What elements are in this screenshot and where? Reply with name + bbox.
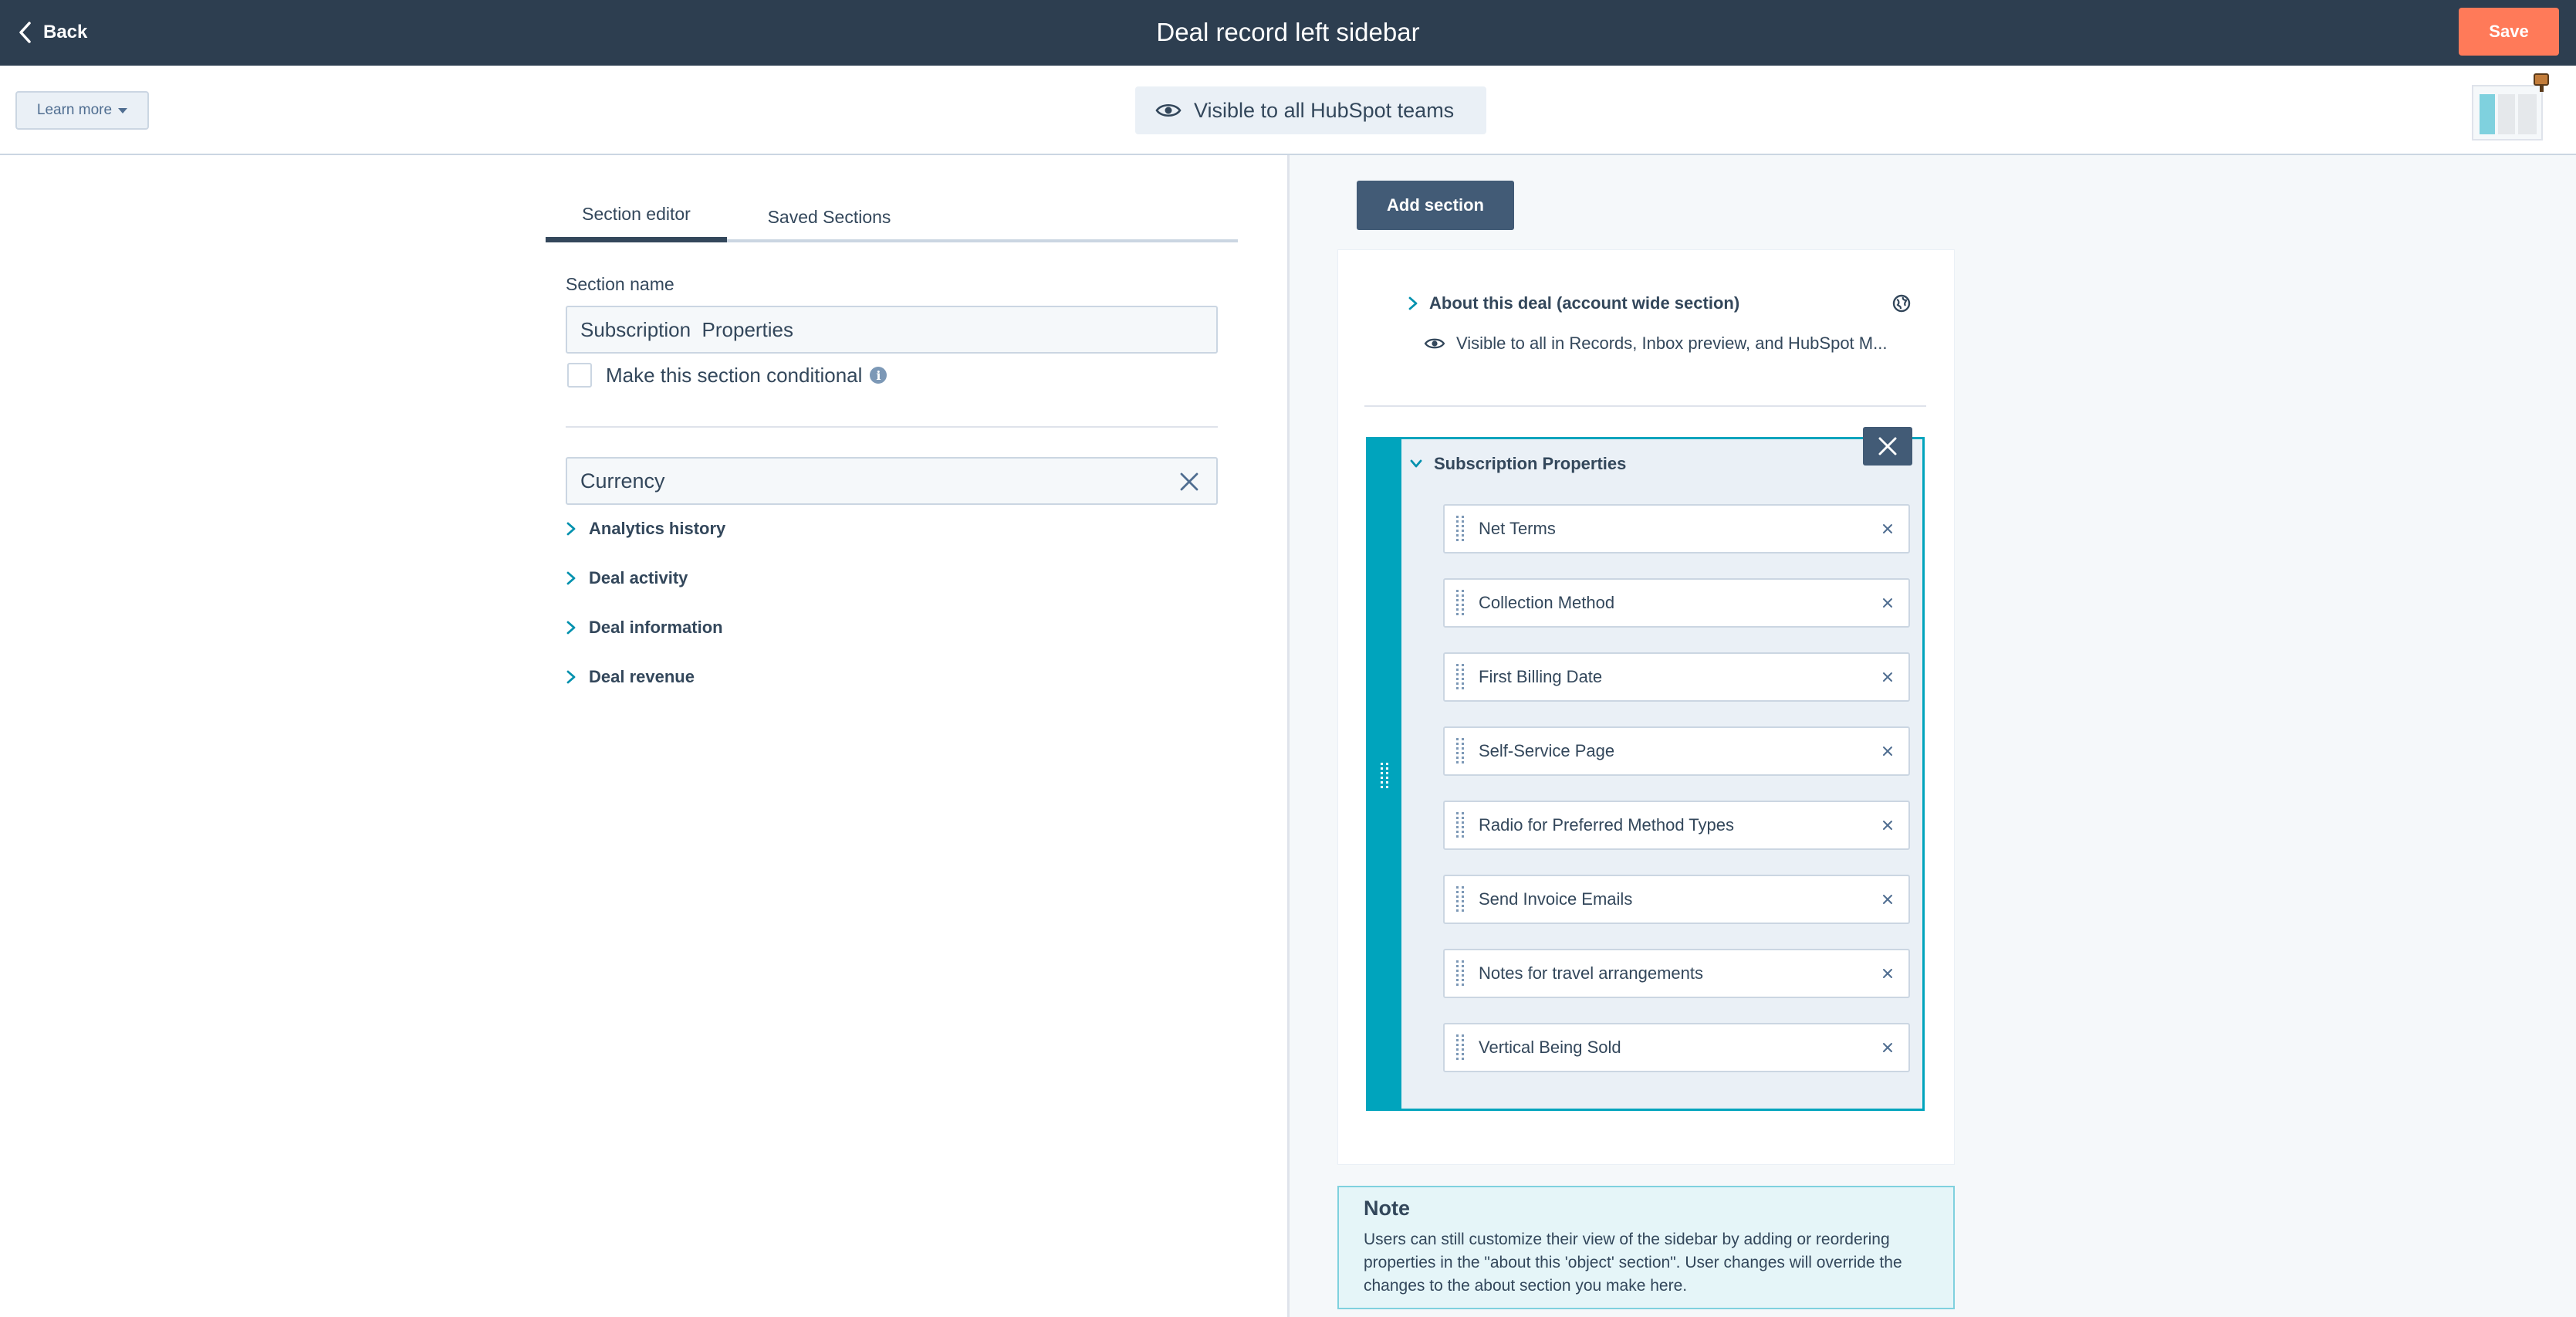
- editor-tabs: Section editor Saved Sections: [546, 191, 1238, 242]
- remove-icon[interactable]: [1881, 671, 1894, 683]
- property-row[interactable]: First Billing Date: [1443, 652, 1910, 702]
- thumb-middle-column: [2498, 94, 2515, 134]
- tab-section-editor[interactable]: Section editor: [546, 191, 727, 242]
- save-button[interactable]: Save: [2459, 8, 2559, 56]
- conditional-checkbox[interactable]: [567, 363, 592, 388]
- remove-icon[interactable]: [1881, 1041, 1894, 1054]
- property-row[interactable]: Notes for travel arrangements: [1443, 949, 1910, 998]
- page-title: Deal record left sidebar: [1156, 18, 1420, 46]
- info-icon[interactable]: i: [870, 367, 887, 384]
- property-label: Self-Service Page: [1479, 741, 1615, 760]
- property-label: Vertical Being Sold: [1479, 1038, 1621, 1057]
- property-group-deal-revenue[interactable]: Deal revenue: [566, 664, 695, 690]
- drag-handle-icon: [1456, 738, 1464, 763]
- thumb-left-column: [2480, 94, 2495, 134]
- conditional-label: Make this section conditional: [606, 363, 863, 387]
- remove-icon[interactable]: [1881, 893, 1894, 906]
- eye-icon: [1155, 103, 1182, 117]
- group-label: Deal information: [589, 618, 723, 637]
- property-label: Notes for travel arrangements: [1479, 963, 1704, 983]
- chevron-right-icon: [566, 571, 576, 585]
- globe-icon: [1892, 294, 1911, 313]
- property-row[interactable]: Collection Method: [1443, 578, 1910, 628]
- remove-icon[interactable]: [1881, 967, 1894, 980]
- property-label: Radio for Preferred Method Types: [1479, 815, 1734, 835]
- learn-more-dropdown[interactable]: Learn more: [15, 91, 149, 130]
- about-visibility-text: Visible to all in Records, Inbox preview…: [1456, 333, 1888, 353]
- chevron-down-icon: [1410, 459, 1422, 468]
- remove-icon[interactable]: [1881, 745, 1894, 757]
- add-section-button[interactable]: Add section: [1357, 181, 1514, 230]
- divider-line: [566, 426, 1218, 428]
- property-group-deal-activity[interactable]: Deal activity: [566, 565, 688, 591]
- about-section-title: About this deal (account wide section): [1429, 293, 1740, 313]
- property-label: Collection Method: [1479, 593, 1615, 612]
- tab-saved-sections[interactable]: Saved Sections: [727, 191, 931, 242]
- property-row[interactable]: Send Invoice Emails: [1443, 875, 1910, 924]
- note-title: Note: [1364, 1197, 1410, 1220]
- visibility-button[interactable]: Visible to all HubSpot teams: [1135, 86, 1486, 134]
- drag-handle-icon: [1456, 886, 1464, 912]
- group-label: Analytics history: [589, 519, 726, 538]
- group-label: Deal activity: [589, 568, 688, 587]
- property-row[interactable]: Net Terms: [1443, 504, 1910, 554]
- drag-handle-icon: [1456, 960, 1464, 986]
- chevron-right-icon: [1408, 296, 1418, 310]
- property-row[interactable]: Self-Service Page: [1443, 726, 1910, 776]
- property-search: [566, 457, 1218, 505]
- property-group-analytics-history[interactable]: Analytics history: [566, 516, 725, 542]
- property-row[interactable]: Vertical Being Sold: [1443, 1023, 1910, 1072]
- sub-bar: Learn more Visible to all HubSpot teams: [0, 66, 2576, 155]
- remove-icon[interactable]: [1881, 523, 1894, 535]
- section-name-label: Section name: [566, 274, 674, 294]
- property-label: Send Invoice Emails: [1479, 889, 1633, 909]
- property-group-deal-information[interactable]: Deal information: [566, 614, 723, 641]
- drag-handle-icon: [1456, 664, 1464, 689]
- editing-section-header[interactable]: Subscription Properties: [1409, 454, 1626, 474]
- caret-down-icon: [118, 107, 128, 113]
- top-bar: Back Deal record left sidebar Save: [0, 0, 2576, 66]
- chevron-right-icon: [566, 522, 576, 536]
- drag-handle-icon: [1456, 1034, 1464, 1060]
- thumb-right-column: [2518, 94, 2537, 134]
- conditional-row: Make this section conditional i: [567, 363, 887, 388]
- remove-icon[interactable]: [1881, 819, 1894, 831]
- paint-icon: [2534, 73, 2549, 92]
- section-name-input[interactable]: [566, 306, 1218, 354]
- note-text: Users can still customize their view of …: [1364, 1231, 1902, 1295]
- about-section-visibility: Visible to all in Records, Inbox preview…: [1424, 333, 1910, 354]
- drag-handle-icon: [1456, 812, 1464, 838]
- group-label: Deal revenue: [589, 667, 695, 686]
- drag-handle-icon: [1456, 516, 1464, 541]
- property-search-input[interactable]: [567, 459, 1154, 503]
- chevron-right-icon: [566, 621, 576, 635]
- section-drag-handle[interactable]: [1368, 439, 1401, 1109]
- editing-section-title: Subscription Properties: [1434, 454, 1627, 473]
- drag-handle-icon: [1381, 763, 1388, 788]
- visibility-label: Visible to all HubSpot teams: [1194, 98, 1455, 122]
- drag-handle-icon: [1456, 590, 1464, 615]
- card-divider: [1364, 405, 1926, 407]
- clear-icon[interactable]: [1179, 472, 1199, 492]
- close-section-button[interactable]: [1863, 427, 1912, 466]
- eye-icon: [1424, 338, 1445, 349]
- close-icon: [1878, 437, 1897, 455]
- note-box: Note Users can still customize their vie…: [1337, 1186, 1955, 1309]
- property-row[interactable]: Radio for Preferred Method Types: [1443, 801, 1910, 850]
- learn-more-label: Learn more: [36, 102, 113, 118]
- about-section-header[interactable]: About this deal (account wide section): [1408, 293, 1739, 313]
- property-label: Net Terms: [1479, 519, 1556, 538]
- property-label: First Billing Date: [1479, 667, 1603, 686]
- remove-icon[interactable]: [1881, 597, 1894, 609]
- chevron-right-icon: [566, 670, 576, 684]
